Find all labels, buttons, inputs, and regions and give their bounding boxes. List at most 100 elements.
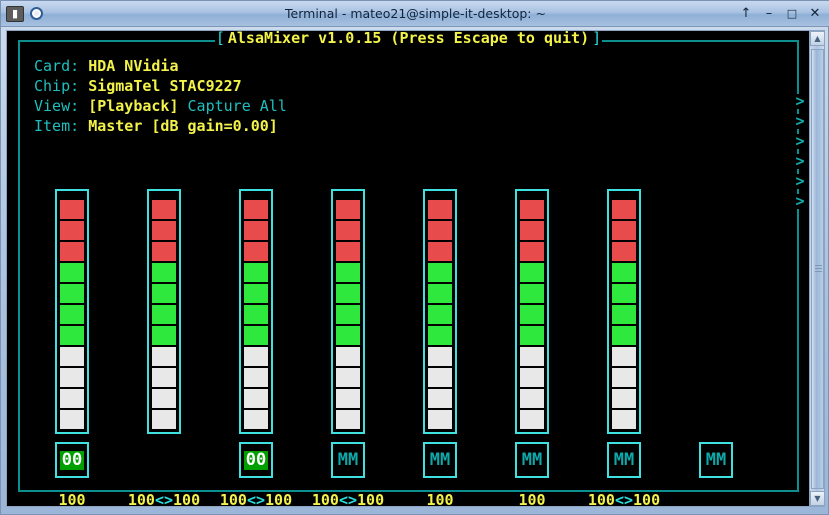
close-button[interactable]: ✕ [808, 7, 822, 20]
mute-indicator[interactable]: 00 [55, 442, 89, 478]
volume-segment-green [244, 326, 268, 345]
volume-segment-grey [60, 389, 84, 408]
volume-bar[interactable] [239, 189, 273, 434]
volume-segment-grey [152, 368, 176, 387]
volume-segment-red [336, 200, 360, 219]
volume-segment-grey [428, 347, 452, 366]
volume-segment-green [336, 326, 360, 345]
scrollbar-up-arrow[interactable]: ▲ [810, 31, 825, 46]
mixer-channel-strip[interactable]: MMAnalog L [670, 42, 762, 494]
mixer-channel-strips: 00100< Master >100<>100PCM00100<>100Fron… [20, 42, 801, 506]
volume-segment-grey [612, 347, 636, 366]
titlebar-left-icons: ▮ [1, 5, 121, 22]
volume-segment-green [336, 305, 360, 324]
window-titlebar[interactable]: ▮ Terminal - mateo21@simple-it-desktop: … [1, 1, 829, 27]
volume-segment-green [152, 305, 176, 324]
volume-segment-grey [612, 368, 636, 387]
mute-indicator-label: 00 [243, 449, 269, 470]
mixer-channel-strip[interactable]: MM100<>100Side [578, 42, 670, 506]
volume-segment-grey [612, 410, 636, 429]
mute-indicator-label: MM [429, 449, 451, 470]
volume-segment-red [428, 242, 452, 261]
volume-segment-grey [244, 347, 268, 366]
volume-segment-red [612, 242, 636, 261]
volume-segment-green [428, 263, 452, 282]
mute-indicator[interactable]: MM [699, 442, 733, 478]
volume-segment-green [152, 263, 176, 282]
volume-bar-segments [428, 198, 452, 429]
mute-indicator[interactable]: MM [423, 442, 457, 478]
volume-segment-green [152, 326, 176, 345]
mixer-channel-strip[interactable]: 00100< Master > [26, 42, 118, 506]
volume-segment-green [336, 284, 360, 303]
volume-left: 100 [587, 491, 615, 506]
volume-segment-red [520, 242, 544, 261]
volume-bar[interactable] [607, 189, 641, 434]
mixer-channel-strip[interactable]: MM100LFE [486, 42, 578, 506]
volume-segment-grey [336, 347, 360, 366]
volume-value: 100<>100 [118, 492, 210, 506]
scrollbar-down-arrow[interactable]: ▼ [810, 491, 825, 506]
volume-segment-green [244, 263, 268, 282]
shade-button[interactable]: ↑ [739, 7, 753, 20]
volume-bar[interactable] [331, 189, 365, 434]
mute-indicator[interactable]: 00 [239, 442, 273, 478]
alsamixer-frame: [AlsaMixer v1.0.15 (Press Escape to quit… [18, 31, 807, 506]
volume-segment-red [520, 200, 544, 219]
volume-segment-green [428, 326, 452, 345]
mute-indicator[interactable]: MM [515, 442, 549, 478]
volume-segment-grey [152, 410, 176, 429]
volume-bar[interactable] [55, 189, 89, 434]
volume-segment-grey [336, 368, 360, 387]
window-menu-icon[interactable] [30, 7, 43, 20]
terminal-screen[interactable]: [AlsaMixer v1.0.15 (Press Escape to quit… [7, 31, 811, 506]
volume-segment-grey [428, 389, 452, 408]
terminal-icon[interactable]: ▮ [6, 5, 24, 22]
volume-segment-green [60, 263, 84, 282]
volume-mono: 100 [518, 491, 546, 506]
volume-segment-grey [60, 347, 84, 366]
volume-segment-grey [244, 389, 268, 408]
volume-value: 100<>100 [578, 492, 670, 506]
volume-bar-segments [612, 198, 636, 429]
stereo-separator: <> [338, 491, 358, 506]
mixer-channel-strip[interactable]: MM100Center [394, 42, 486, 506]
terminal-window: ▮ Terminal - mateo21@simple-it-desktop: … [0, 0, 829, 515]
volume-segment-grey [336, 389, 360, 408]
volume-bar-segments [244, 198, 268, 429]
mixer-channel-strip[interactable]: 100<>100PCM [118, 42, 210, 506]
mute-indicator-label: MM [337, 449, 359, 470]
terminal-scrollbar[interactable]: ▲ ▼ [809, 31, 825, 506]
mute-indicator[interactable]: MM [331, 442, 365, 478]
volume-segment-red [428, 221, 452, 240]
volume-segment-red [244, 200, 268, 219]
minimize-button[interactable]: – [762, 7, 776, 20]
mixer-channel-strip[interactable]: 00100<>100Front [210, 42, 302, 506]
stereo-separator: <> [246, 491, 266, 506]
volume-right: 100 [265, 491, 293, 506]
maximize-button[interactable]: □ [785, 8, 799, 19]
volume-bar-segments [60, 198, 84, 429]
volume-bar[interactable] [147, 189, 181, 434]
volume-segment-grey [60, 368, 84, 387]
volume-segment-red [60, 242, 84, 261]
volume-bar-segments [152, 198, 176, 429]
mute-indicator[interactable]: MM [607, 442, 641, 478]
volume-value: 100<>100 [302, 492, 394, 506]
volume-segment-green [612, 326, 636, 345]
volume-segment-green [612, 263, 636, 282]
volume-segment-green [520, 263, 544, 282]
volume-bar[interactable] [423, 189, 457, 434]
volume-bar[interactable] [515, 189, 549, 434]
volume-segment-green [336, 263, 360, 282]
volume-segment-grey [520, 347, 544, 366]
volume-right: 100 [173, 491, 201, 506]
volume-mono: 100 [426, 491, 454, 506]
mixer-channel-strip[interactable]: MM100<>100Surround [302, 42, 394, 506]
volume-segment-red [152, 200, 176, 219]
scrollbar-thumb[interactable] [811, 49, 824, 489]
volume-bar-segments [520, 198, 544, 429]
volume-segment-red [612, 221, 636, 240]
volume-segment-grey [152, 347, 176, 366]
volume-segment-grey [244, 410, 268, 429]
